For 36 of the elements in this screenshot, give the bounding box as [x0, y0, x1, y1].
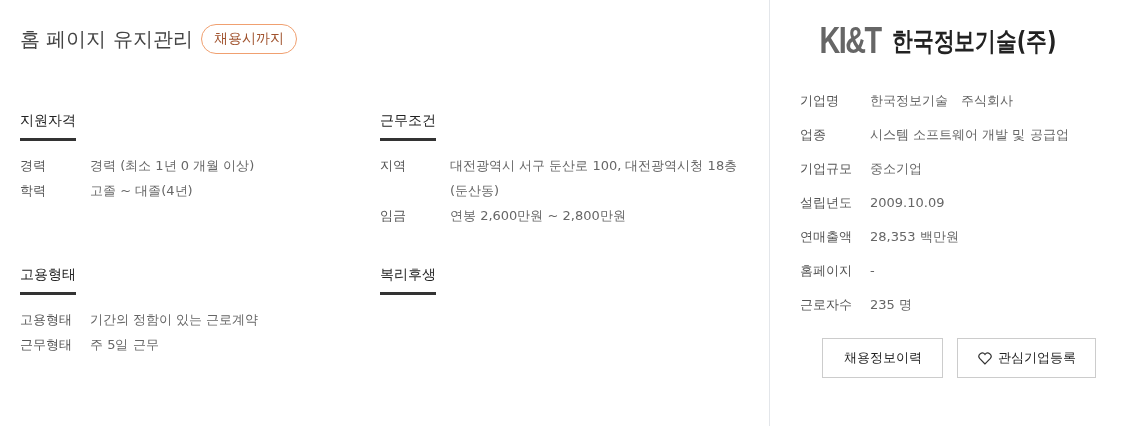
- field-label: 업종: [800, 126, 827, 144]
- field-value: 경력 (최소 1년 0 개월 이상): [90, 157, 256, 175]
- logo-mark: KI&T: [819, 20, 880, 62]
- field-value: 2009.10.09: [870, 194, 946, 212]
- section-heading: 복리후생: [380, 266, 436, 295]
- field-value: 대전광역시 서구 둔산로 100, 대전광역시청 18층 (둔산동): [450, 157, 739, 200]
- field-label: 근로자수: [800, 296, 853, 314]
- section-heading: 지원자격: [20, 112, 76, 141]
- field-value: 기간의 정함이 있는 근로계약: [90, 311, 260, 329]
- field-label: 홈페이지: [800, 262, 853, 280]
- field-value: 고졸 ~ 대졸(4년): [90, 182, 194, 200]
- field-label: 설립년도: [800, 194, 853, 212]
- job-title: 홈 페이지 유지관리: [20, 25, 193, 53]
- field-label: 기업명: [800, 92, 840, 110]
- field-value: -: [870, 262, 876, 280]
- history-button[interactable]: 채용정보이력: [822, 338, 943, 378]
- field-value: 주 5일 근무: [90, 336, 160, 354]
- field-value: 중소기업: [870, 160, 923, 178]
- heart-icon: [977, 351, 992, 365]
- field-label: 임금: [380, 207, 407, 225]
- field-value: 235 명: [870, 296, 913, 314]
- field-value: 28,353 백만원: [870, 228, 960, 246]
- section-heading: 고용형태: [20, 266, 76, 295]
- field-value: 시스템 소프트웨어 개발 및 공급업: [870, 126, 1070, 144]
- field-label: 지역: [380, 157, 407, 175]
- field-label: 근무형태: [20, 336, 73, 354]
- field-value: 연봉 2,600만원 ~ 2,800만원: [450, 207, 627, 225]
- field-value: 한국정보기술 주식회사: [870, 92, 1014, 110]
- field-label: 경력: [20, 157, 47, 175]
- logo-name: 한국정보기술(주): [891, 24, 1057, 58]
- field-label: 고용형태: [20, 311, 73, 329]
- favorite-button[interactable]: 관심기업등록: [957, 338, 1096, 378]
- field-label: 연매출액: [800, 228, 853, 246]
- field-label: 기업규모: [800, 160, 853, 178]
- section-heading: 근무조건: [380, 112, 436, 141]
- field-label: 학력: [20, 182, 47, 200]
